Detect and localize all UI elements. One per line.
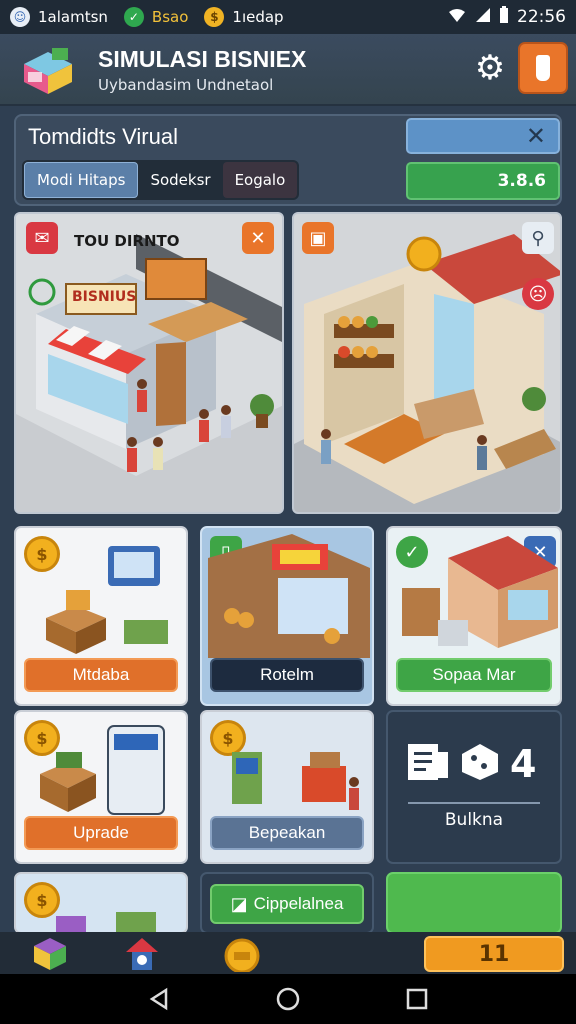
system-nav-bar (0, 974, 576, 1024)
clock: 22:56 (517, 7, 566, 27)
card-partial-2[interactable]: ◪ Cippelalnea (200, 872, 374, 934)
balance-value: 3.8.6 (406, 162, 560, 200)
store-scene-left[interactable]: ✉ TOU DIRNTO ✕ BISNIUS (14, 212, 284, 514)
cippelalnea-button[interactable]: ◪ Cippelalnea (210, 884, 364, 924)
shop-badge-icon: ▣ (302, 222, 334, 254)
sopaa-mar-button[interactable]: Sopaa Mar (396, 658, 552, 692)
status-item-3: 1ıedap (232, 8, 284, 26)
settings-gear-icon[interactable]: ⚙ (470, 48, 510, 88)
card-stats: 4 Bulkna (386, 710, 562, 864)
home-icon[interactable] (275, 986, 301, 1012)
check-icon: ✓ (123, 7, 144, 27)
uprade-button[interactable]: Uprade (24, 816, 178, 850)
mode-tabs: Modi Hitaps Sodeksr Eogalo (22, 160, 300, 200)
mtdaba-button[interactable]: Mtdaba (24, 658, 178, 692)
coin-nav-icon[interactable] (220, 934, 260, 974)
stat-value: 4 (510, 742, 537, 786)
card-rotelm[interactable]: ▯ Rotelm (200, 526, 374, 706)
close-button[interactable]: ✕ (406, 118, 560, 154)
stat-row: 4 (406, 742, 536, 786)
recents-icon[interactable] (404, 986, 430, 1012)
app-subtitle: Uybandasim Undnetaol (98, 76, 274, 94)
search-person-icon[interactable]: ⚲ (522, 222, 554, 254)
card-partial-1[interactable]: $ (14, 872, 188, 934)
back-icon[interactable] (146, 986, 172, 1012)
app-logo-icon (18, 42, 80, 98)
battery-icon (499, 6, 509, 28)
wifi-icon (447, 7, 467, 27)
tab-mode-2[interactable]: Sodeksr (138, 162, 222, 198)
alert-button[interactable] (518, 42, 568, 94)
scene-label-left: TOU DIRNTO (74, 232, 180, 250)
bottom-nav: 11 (0, 932, 576, 974)
card-partial-3[interactable] (386, 872, 562, 934)
coin-icon: $ (204, 7, 225, 27)
store-badge-icon: ✉ (26, 222, 58, 254)
bottom-action-button[interactable]: 11 (424, 936, 564, 972)
store-sign-left: BISNIUS (72, 289, 137, 305)
notification-icon: ☺ (10, 7, 30, 27)
store-scene-right[interactable]: ▣ ⚲ ☹ (292, 212, 562, 514)
panel-title: Tomdidts Virual (28, 124, 178, 149)
card-mtdaba[interactable]: $ Mtdaba (14, 526, 188, 706)
document-icon (406, 742, 450, 786)
card-sopaa-mar[interactable]: ✓ ✕ Sopaa Mar (386, 526, 562, 706)
tag-icon: ◪ (230, 893, 248, 914)
home-nav-icon[interactable] (122, 934, 162, 972)
app-header: SIMULASI BISNIEX Uybandasim Undnetaol ⚙ (0, 34, 576, 106)
status-item-1: 1alamtsn (38, 8, 108, 26)
tab-mode-1[interactable]: Modi Hitaps (24, 162, 139, 198)
card-bepeakan[interactable]: $ Bepeakan (200, 710, 374, 864)
alert-icon (536, 55, 550, 81)
alert-face-icon[interactable]: ☹ (522, 278, 554, 310)
stat-label: Bulkna (408, 802, 540, 830)
mode-panel: Tomdidts Virual Modi Hitaps Sodeksr Eoga… (14, 114, 562, 206)
scene-close-icon[interactable]: ✕ (242, 222, 274, 254)
tab-mode-3[interactable]: Eogalo (222, 162, 298, 198)
dice-icon (460, 742, 500, 786)
rotelm-button[interactable]: Rotelm (210, 658, 364, 692)
status-bar: ☺ 1alamtsn ✓ Bsao $ 1ıedap 22:56 (0, 0, 576, 34)
bepeakan-button[interactable]: Bepeakan (210, 816, 364, 850)
store-nav-icon[interactable] (30, 934, 70, 972)
close-icon: ✕ (525, 122, 546, 150)
card-uprade[interactable]: $ Uprade (14, 710, 188, 864)
cippelalnea-label: Cippelalnea (253, 894, 344, 913)
signal-icon (475, 7, 491, 27)
app-title: SIMULASI BISNIEX (98, 46, 307, 72)
status-item-2: Bsao (151, 8, 189, 26)
